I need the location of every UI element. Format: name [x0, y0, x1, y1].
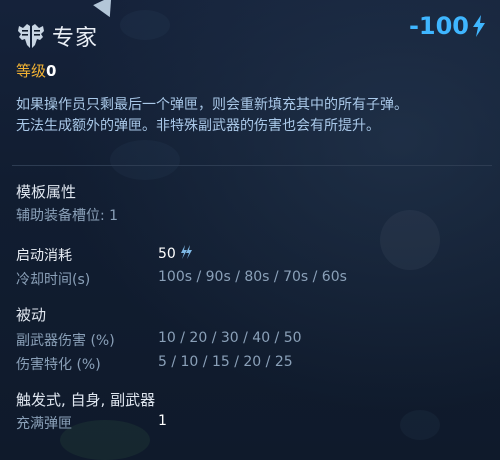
level-indicator: 等级0 [16, 60, 56, 81]
description-line: 无法生成额外的弹匣。非特殊副武器的伤害也会有所提升。 [16, 118, 380, 134]
activation-cost-label: 启动消耗 [16, 248, 72, 264]
template-attributes-title: 模板属性 [16, 183, 77, 201]
background-art [400, 410, 440, 440]
background-art [110, 140, 180, 180]
trigger-title: 触发式, 自身, 副武器 [16, 391, 156, 409]
ability-tooltip: 专家 -100 等级0 如果操作员只剩最后一个弹匣，则会重新填充其中的所有子弹。… [0, 0, 500, 460]
section-divider [12, 165, 492, 166]
energy-bolt-icon [473, 15, 485, 37]
support-slot-label: 辅助装备槽位: 1 [16, 208, 119, 224]
refill-magazine-value: 1 [158, 413, 167, 429]
cooldown-label: 冷却时间(s) [16, 272, 91, 288]
stat-label: 伤害特化 (%) [16, 357, 101, 373]
cooldown-values: 100s / 90s / 80s / 70s / 60s [158, 269, 347, 285]
wings-emblem-icon [18, 24, 44, 48]
cost-value: -100 [408, 12, 469, 40]
level-label: 等级 [16, 62, 47, 80]
background-art [120, 10, 170, 40]
ability-description: 如果操作员只剩最后一个弹匣，则会重新填充其中的所有子弹。 无法生成额外的弹匣。非… [16, 95, 491, 137]
background-art [60, 420, 150, 460]
crystal-shard-decoration [93, 0, 119, 22]
passive-title: 被动 [16, 306, 47, 324]
level-value: 0 [46, 62, 57, 80]
activation-cost-number: 50 [158, 246, 176, 262]
stat-label: 副武器伤害 (%) [16, 333, 115, 349]
stat-value: 5 / 10 / 15 / 20 / 25 [158, 354, 293, 370]
refill-magazine-label: 充满弹匣 [16, 416, 72, 432]
description-line: 如果操作员只剩最后一个弹匣，则会重新填充其中的所有子弹。 [16, 97, 408, 113]
background-art [380, 210, 440, 270]
stat-value: 10 / 20 / 30 / 40 / 50 [158, 330, 302, 346]
energy-double-bolt-icon [180, 245, 192, 259]
ability-title: 专家 [52, 26, 99, 51]
ability-cost: -100 [409, 12, 486, 40]
activation-cost-value: 50 [158, 245, 192, 262]
